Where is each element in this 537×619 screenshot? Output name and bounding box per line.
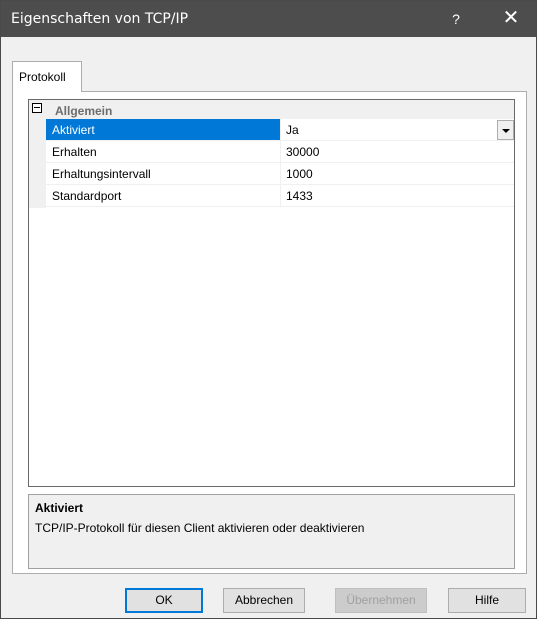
category-header-allgemein[interactable]: Allgemein [29,100,514,119]
property-row-erhaltungsintervall[interactable]: Erhaltungsintervall 1000 [46,163,514,185]
dialog-window: Eigenschaften von TCP/IP ? ✕ Protokoll A… [0,0,537,619]
property-row-aktiviert[interactable]: Aktiviert Ja [46,119,514,141]
property-value[interactable]: 1433 [282,185,514,206]
help-button[interactable]: Hilfe [448,588,526,613]
window-title: Eigenschaften von TCP/IP [11,11,189,27]
tab-protokoll[interactable]: Protokoll [12,61,82,92]
tab-panel: Allgemein Aktiviert Ja Erhalten 30000 Er… [12,91,527,574]
chevron-down-icon[interactable] [497,120,514,140]
description-text: TCP/IP-Protokoll für diesen Client aktiv… [35,521,365,535]
property-name[interactable]: Standardport [46,185,281,206]
property-value[interactable]: 30000 [282,141,514,162]
description-title: Aktiviert [35,501,84,515]
cancel-button[interactable]: Abbrechen [223,588,305,613]
property-value[interactable]: Ja [282,119,514,140]
category-label: Allgemein [55,104,113,118]
close-icon[interactable]: ✕ [487,1,535,37]
property-name[interactable]: Erhaltungsintervall [46,163,281,184]
property-grid[interactable]: Allgemein Aktiviert Ja Erhalten 30000 Er… [28,99,515,487]
help-icon[interactable]: ? [433,1,479,37]
property-row-standardport[interactable]: Standardport 1433 [46,185,514,207]
property-name[interactable]: Aktiviert [46,119,281,140]
ok-button[interactable]: OK [125,588,203,613]
description-panel: Aktiviert TCP/IP-Protokoll für diesen Cl… [28,494,515,569]
apply-button[interactable]: Übernehmen [335,588,427,613]
property-row-erhalten[interactable]: Erhalten 30000 [46,141,514,163]
collapse-icon[interactable] [32,103,42,113]
property-value[interactable]: 1000 [282,163,514,184]
property-name[interactable]: Erhalten [46,141,281,162]
title-bar[interactable]: Eigenschaften von TCP/IP ? ✕ [1,1,536,37]
